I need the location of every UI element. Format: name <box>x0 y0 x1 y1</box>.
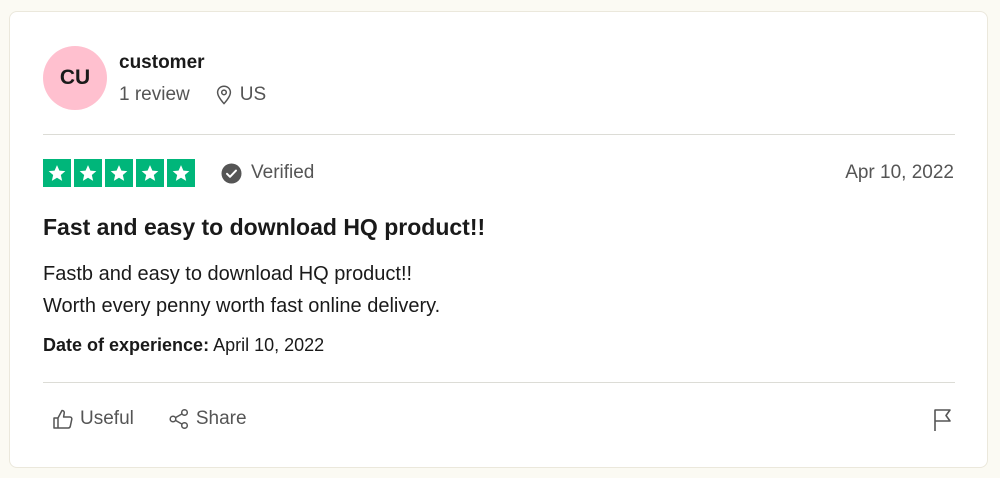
review-title[interactable]: Fast and easy to download HQ product!! <box>43 214 485 241</box>
footer-divider <box>43 382 955 383</box>
review-actions: Useful Share <box>52 408 247 430</box>
review-count: 1 review <box>119 84 190 105</box>
report-button[interactable] <box>932 407 954 438</box>
reviewer-name[interactable]: customer <box>119 52 205 74</box>
star-icon <box>74 159 102 187</box>
experience-label: Date of experience: <box>43 335 210 355</box>
star-icon <box>105 159 133 187</box>
star-icon <box>43 159 71 187</box>
header-divider <box>43 134 955 135</box>
useful-label: Useful <box>80 408 134 429</box>
review-body-line: Fastb and easy to download HQ product!! <box>43 263 413 285</box>
date-of-experience: Date of experience: April 10, 2022 <box>43 335 324 356</box>
star-icon <box>136 159 164 187</box>
review-body-line: Worth every penny worth fast online deli… <box>43 295 441 317</box>
avatar[interactable]: CU <box>43 46 107 110</box>
avatar-initials: CU <box>59 66 91 89</box>
experience-date: April 10, 2022 <box>213 335 325 355</box>
share-label: Share <box>195 408 247 429</box>
verified-badge[interactable]: Verified <box>221 162 314 184</box>
review-card: CU customer 1 review US Verified Apr 10,… <box>9 11 988 468</box>
thumbs-up-icon <box>53 409 73 429</box>
star-icon <box>167 159 195 187</box>
star-rating <box>43 159 195 187</box>
share-icon <box>169 408 188 430</box>
reviewer-meta: 1 review US <box>119 84 266 106</box>
review-body: Fastb and easy to download HQ product!! … <box>43 258 440 322</box>
verified-label: Verified <box>251 162 315 183</box>
share-button[interactable]: Share <box>168 408 247 430</box>
flag-icon <box>934 409 951 431</box>
checkmark-circle-icon <box>221 163 242 183</box>
review-date: Apr 10, 2022 <box>845 162 954 183</box>
location-label: US <box>239 84 267 105</box>
reviewer-location: US <box>216 84 266 106</box>
location-pin-icon <box>216 85 231 105</box>
useful-button[interactable]: Useful <box>52 408 134 430</box>
